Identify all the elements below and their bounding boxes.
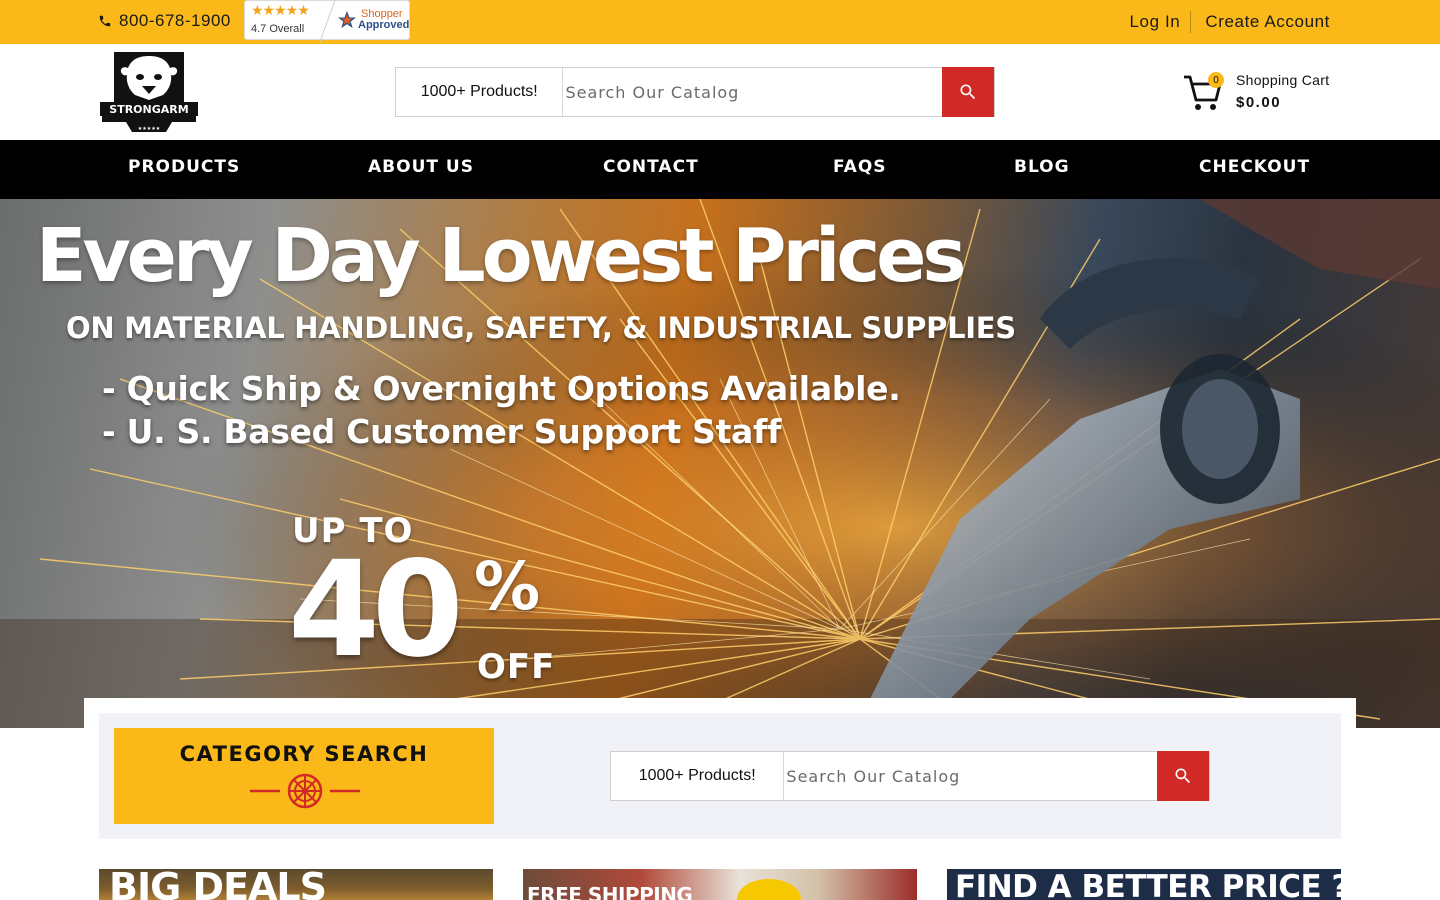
link-separator (1190, 11, 1192, 33)
gear-divider-icon (250, 773, 360, 809)
promo-free-shipping-text: FREE SHIPPING (527, 883, 693, 900)
hero-subheadline: ON MATERIAL HANDLING, SAFETY, & INDUSTRI… (66, 311, 1016, 345)
category-search: 1000+ Products! (610, 751, 1210, 801)
shopper-star-icon (338, 11, 356, 29)
nav-products[interactable]: PRODUCTS (128, 157, 240, 177)
create-account-link[interactable]: Create Account (1205, 12, 1330, 32)
account-links: Log In Create Account (1129, 11, 1330, 33)
search-prefix-label: 1000+ Products! (396, 68, 564, 116)
logo-text: STRONGARM (109, 103, 188, 116)
strongarm-logo[interactable]: STRONGARM ★★★★★ (98, 50, 200, 134)
approved-label: Approved (358, 19, 410, 31)
search-icon (960, 84, 976, 100)
top-bar: 800-678-1900 ★★★★★ 4.7 Overall Shopper A… (0, 0, 1440, 44)
hero-bullet-support: - U. S. Based Customer Support Staff (102, 412, 782, 451)
phone-icon (99, 15, 111, 27)
category-search-input[interactable] (784, 752, 1158, 800)
phone-number: 800-678-1900 (119, 11, 231, 30)
login-link[interactable]: Log In (1129, 12, 1180, 32)
hero-banner[interactable]: Every Day Lowest Prices ON MATERIAL HAND… (0, 199, 1440, 728)
hero-headline: Every Day Lowest Prices (36, 213, 966, 299)
header-search: 1000+ Products! (395, 67, 995, 117)
rating-stars: ★★★★★ (251, 3, 310, 19)
promo-big-deals[interactable]: BIG DEALS (99, 869, 493, 900)
header-search-input[interactable] (563, 68, 943, 116)
cart-total: $0.00 (1236, 94, 1282, 111)
badge-divider (319, 0, 336, 42)
search-icon (1175, 768, 1191, 784)
category-search-title: CATEGORY SEARCH (179, 742, 429, 766)
category-search-submit[interactable] (1157, 751, 1209, 801)
nav-blog[interactable]: BLOG (1014, 157, 1070, 177)
phone-link[interactable]: 800-678-1900 (98, 10, 231, 32)
shopper-approved-badge[interactable]: ★★★★★ 4.7 Overall Shopper Approved (244, 0, 410, 42)
promo-better-price[interactable]: FIND A BETTER PRICE ? (947, 869, 1341, 900)
promo-free-shipping[interactable]: FREE SHIPPING (523, 869, 917, 900)
rating-text: 4.7 Overall (251, 23, 305, 35)
nav-about-us[interactable]: ABOUT US (368, 157, 474, 177)
promo-better-price-text: FIND A BETTER PRICE ? (955, 869, 1341, 900)
hero-bullet-quick-ship: - Quick Ship & Overnight Options Availab… (102, 369, 901, 408)
header-search-button[interactable] (942, 67, 994, 117)
category-search-button[interactable]: CATEGORY SEARCH (114, 728, 494, 824)
nav-faqs[interactable]: FAQS (833, 157, 887, 177)
promo-big-deals-text: BIG DEALS (109, 869, 327, 900)
hard-hat-image (737, 879, 801, 900)
cart-label: Shopping Cart (1236, 72, 1330, 88)
hero-off: OFF (477, 647, 556, 687)
site-header: STRONGARM ★★★★★ 1000+ Products! 0 Shoppi… (0, 44, 1440, 140)
nav-checkout[interactable]: CHECKOUT (1199, 157, 1310, 177)
hero-percent-sign: % (474, 548, 541, 625)
cart-count-badge: 0 (1208, 72, 1224, 88)
category-search-prefix-label: 1000+ Products! (611, 752, 785, 800)
hero-discount-number: 40 (288, 533, 464, 687)
main-nav: PRODUCTS ABOUT US CONTACT FAQS BLOG CHEC… (0, 140, 1440, 199)
svg-text:★★★★★: ★★★★★ (138, 126, 161, 132)
nav-contact[interactable]: CONTACT (603, 157, 699, 177)
